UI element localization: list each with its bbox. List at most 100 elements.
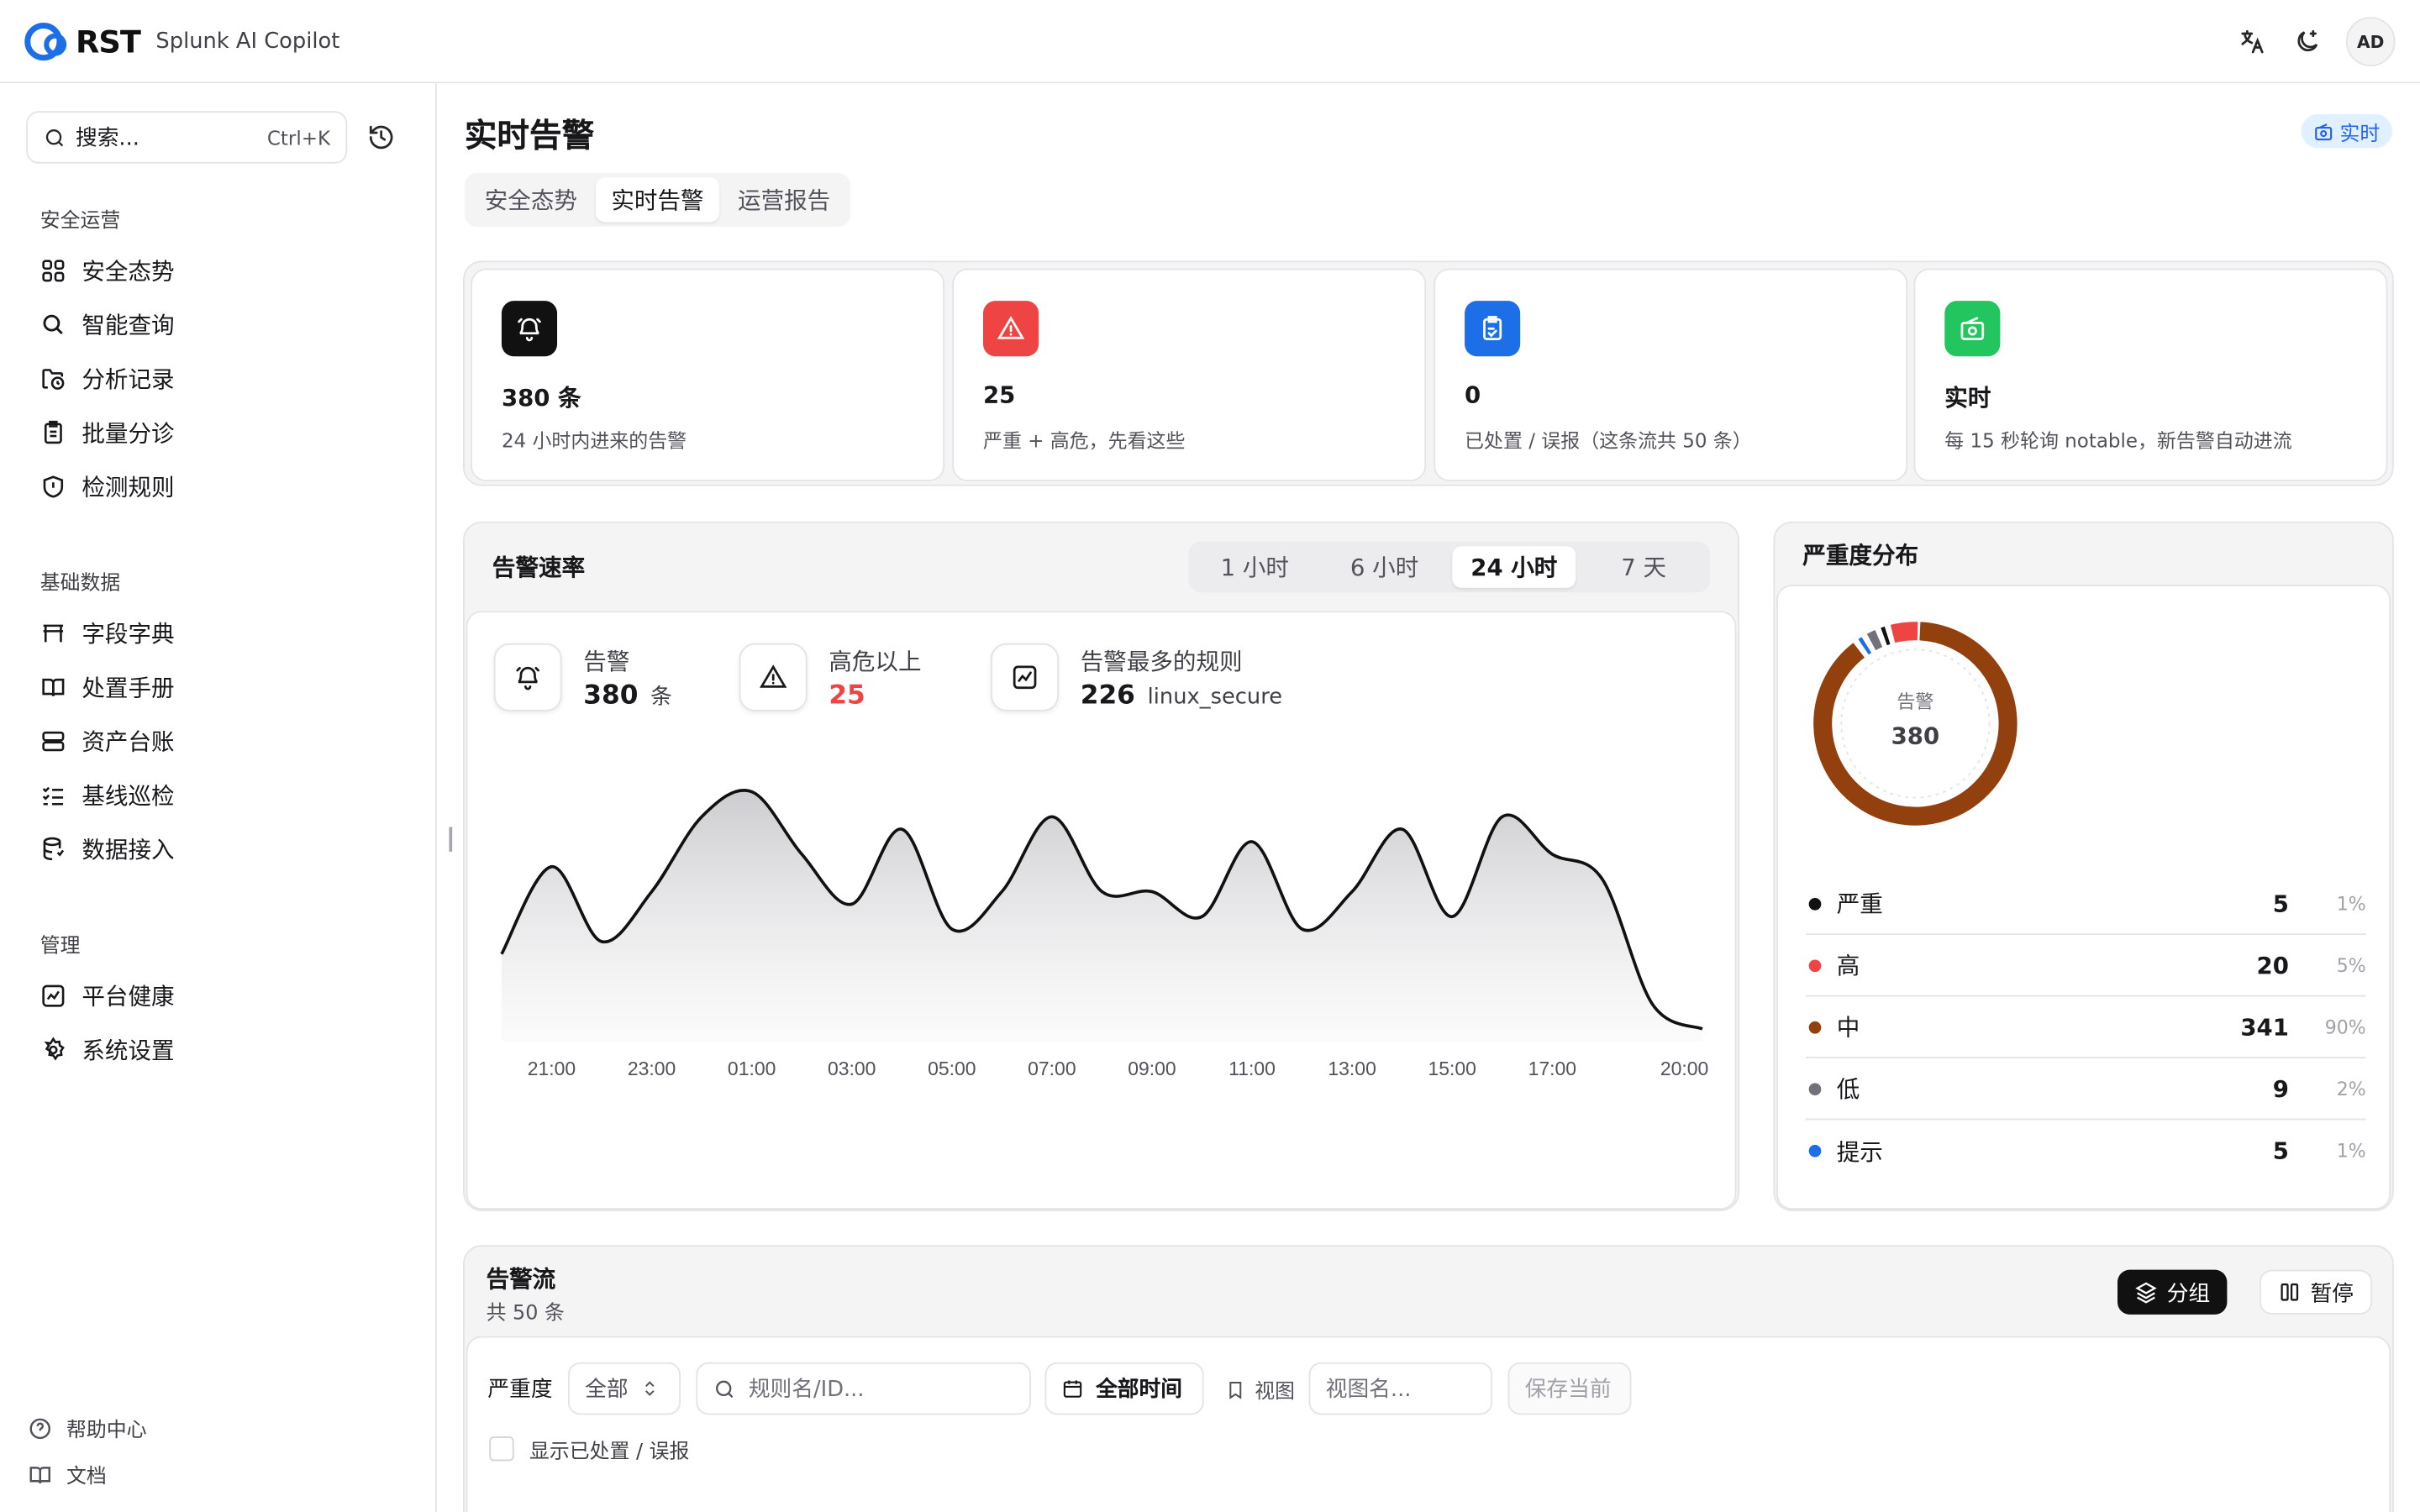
sidebar-item-field-dictionary[interactable]: 字段字典	[40, 616, 175, 649]
metric-alerts: 告警 380 条	[493, 643, 672, 711]
panel-title: 告警速率	[492, 554, 586, 582]
donut-slice[interactable]	[1890, 622, 1918, 643]
book-open-icon	[29, 1466, 50, 1483]
severity-panel-body: 告警 380 严重 5 1% 高 20 5% 中 341 90% 低 9 2% …	[1776, 585, 2391, 1210]
sidebar-item-label: 字段字典	[82, 619, 175, 648]
x-tick-label: 09:00	[1128, 1058, 1176, 1079]
logo[interactable]: RST Splunk AI Copilot	[24, 20, 340, 63]
severity-name: 提示	[1836, 1137, 1883, 1166]
severity-pct: 1%	[2336, 892, 2366, 915]
translate-icon[interactable]	[2235, 24, 2269, 58]
nav-group-security-ops: 安全运营	[39, 209, 121, 234]
history-icon[interactable]	[367, 123, 395, 157]
live-badge-label: 实时	[2339, 123, 2381, 146]
bell-icon	[501, 301, 558, 357]
x-tick-label: 05:00	[928, 1058, 976, 1079]
stat-value: 25	[983, 381, 1016, 409]
sidebar-item-data-ingest[interactable]: 数据接入	[40, 832, 175, 865]
sidebar-item-system-settings[interactable]: 系统设置	[40, 1032, 175, 1066]
help-center-link[interactable]: 帮助中心	[28, 1413, 147, 1442]
severity-panel: 严重度分布 告警 380 严重 5 1% 高 20 5% 中 341 90% 低…	[1773, 521, 2394, 1211]
severity-row-medium[interactable]: 中 341 90%	[1805, 997, 2366, 1058]
activity-square-icon	[991, 643, 1059, 711]
x-tick-label: 21:00	[528, 1058, 576, 1079]
severity-row-info[interactable]: 提示 5 1%	[1806, 1120, 2366, 1181]
time-range-button[interactable]: 全部时间	[1044, 1362, 1204, 1415]
sidebar-item-detection-rules[interactable]: 检测规则	[40, 469, 175, 502]
show-handled-checkbox[interactable]	[489, 1436, 514, 1462]
gear-icon	[44, 1036, 65, 1060]
stat-desc: 已处置 / 误报（这条流共 50 条）	[1465, 428, 1752, 453]
sidebar-item-baseline-inspection[interactable]: 基线巡检	[40, 778, 175, 811]
range-24h[interactable]: 24 小时	[1452, 546, 1576, 588]
database-icon	[43, 836, 65, 860]
x-tick-label: 13:00	[1328, 1058, 1376, 1079]
sidebar-item-smart-query[interactable]: 智能查询	[40, 307, 175, 341]
app-subtitle: Splunk AI Copilot	[155, 29, 340, 55]
metric-label: 告警	[583, 647, 630, 675]
severity-row-high[interactable]: 高 20 5%	[1805, 935, 2366, 997]
sidebar-item-label: 数据接入	[82, 835, 175, 864]
stream-body: 严重度 全部 规则名/ID... 全部时间 视图 视图名... 保存当前 显示已…	[466, 1336, 2391, 1512]
search-input[interactable]: 搜索... Ctrl+K	[26, 111, 348, 164]
tab-live-alerts[interactable]: 实时告警	[596, 177, 719, 223]
stat-desc: 24 小时内进来的告警	[501, 428, 687, 453]
alert-rate-panel: 告警速率 1 小时 6 小时 24 小时 7 天 告警 380 条 高危以上 2…	[463, 521, 1739, 1211]
rule-search-input[interactable]: 规则名/ID...	[696, 1362, 1031, 1415]
pause-button[interactable]: 暂停	[2259, 1269, 2373, 1315]
sidebar-item-platform-health[interactable]: 平台健康	[40, 978, 175, 1011]
tab-security-posture[interactable]: 安全态势	[469, 177, 592, 222]
severity-row-low[interactable]: 低 9 2%	[1805, 1058, 2366, 1121]
severity-count: 5	[2272, 1137, 2289, 1165]
chevrons-up-down-icon	[644, 1381, 655, 1396]
rule-search-placeholder: 规则名/ID...	[748, 1378, 865, 1403]
metric-unit: linux_secure	[1147, 684, 1283, 709]
severity-count: 5	[2272, 889, 2289, 917]
save-view-button[interactable]: 保存当前	[1507, 1362, 1632, 1415]
view-name-input[interactable]: 视图名...	[1308, 1362, 1493, 1415]
metric-top-rule: 告警最多的规则 226 linux_secure	[991, 643, 1282, 711]
range-7d[interactable]: 7 天	[1582, 546, 1706, 588]
donut-slice[interactable]	[1858, 637, 1872, 655]
range-6h[interactable]: 6 小时	[1323, 546, 1446, 588]
sidebar-item-label: 资产台账	[82, 727, 175, 756]
logo-icon	[24, 23, 67, 61]
severity-row-critical[interactable]: 严重 5 1%	[1805, 874, 2366, 936]
theme-moon-icon[interactable]	[2291, 24, 2324, 58]
top-bar: RST Splunk AI Copilot AD	[0, 0, 2420, 84]
pause-icon	[2281, 1283, 2299, 1301]
severity-pct: 5%	[2336, 954, 2366, 976]
severity-name: 高	[1836, 952, 1860, 980]
sidebar-item-asset-ledger[interactable]: 资产台账	[40, 723, 175, 757]
clipboard-list-icon	[44, 419, 62, 444]
x-tick-label: 01:00	[728, 1058, 776, 1079]
range-1h[interactable]: 1 小时	[1193, 546, 1317, 588]
donut-slice[interactable]	[1866, 630, 1883, 651]
user-avatar[interactable]: AD	[2345, 17, 2396, 66]
view-label-text: 视图	[1255, 1380, 1296, 1404]
page-tabs: 安全态势 实时告警 运营报告	[464, 172, 851, 227]
stat-desc: 每 15 秒轮询 notable，新告警自动进流	[1944, 428, 2292, 453]
sidebar-item-batch-triage[interactable]: 批量分诊	[40, 415, 175, 449]
sidebar-item-analysis-log[interactable]: 分析记录	[40, 361, 175, 395]
severity-count: 20	[2256, 951, 2289, 979]
severity-select[interactable]: 全部	[567, 1362, 681, 1415]
docs-link[interactable]: 文档	[28, 1460, 107, 1488]
sidebar: 搜索... Ctrl+K 安全运营 安全态势 智能查询 分析记录 批量分诊 检测…	[0, 83, 437, 1512]
tab-ops-report[interactable]: 运营报告	[723, 177, 846, 222]
donut-slice[interactable]	[1881, 626, 1891, 646]
sidebar-item-label: 处置手册	[82, 673, 175, 701]
donut-center-value: 380	[1891, 722, 1940, 750]
metric-label: 告警最多的规则	[1080, 647, 1243, 675]
metric-value: 25	[829, 680, 865, 711]
sidebar-item-security-posture[interactable]: 安全态势	[40, 253, 175, 286]
table-icon	[43, 623, 64, 642]
sidebar-item-playbook[interactable]: 处置手册	[40, 669, 175, 703]
sidebar-resize-handle[interactable]	[449, 827, 453, 852]
stat-card-realtime: 实时 每 15 秒轮询 notable，新告警自动进流	[1913, 268, 2388, 482]
folder-clock-icon	[42, 368, 65, 390]
live-status-badge: 实时	[2301, 113, 2392, 149]
time-range-label: 全部时间	[1096, 1378, 1182, 1403]
severity-count: 341	[2240, 1012, 2289, 1041]
group-button[interactable]: 分组	[2118, 1269, 2228, 1315]
